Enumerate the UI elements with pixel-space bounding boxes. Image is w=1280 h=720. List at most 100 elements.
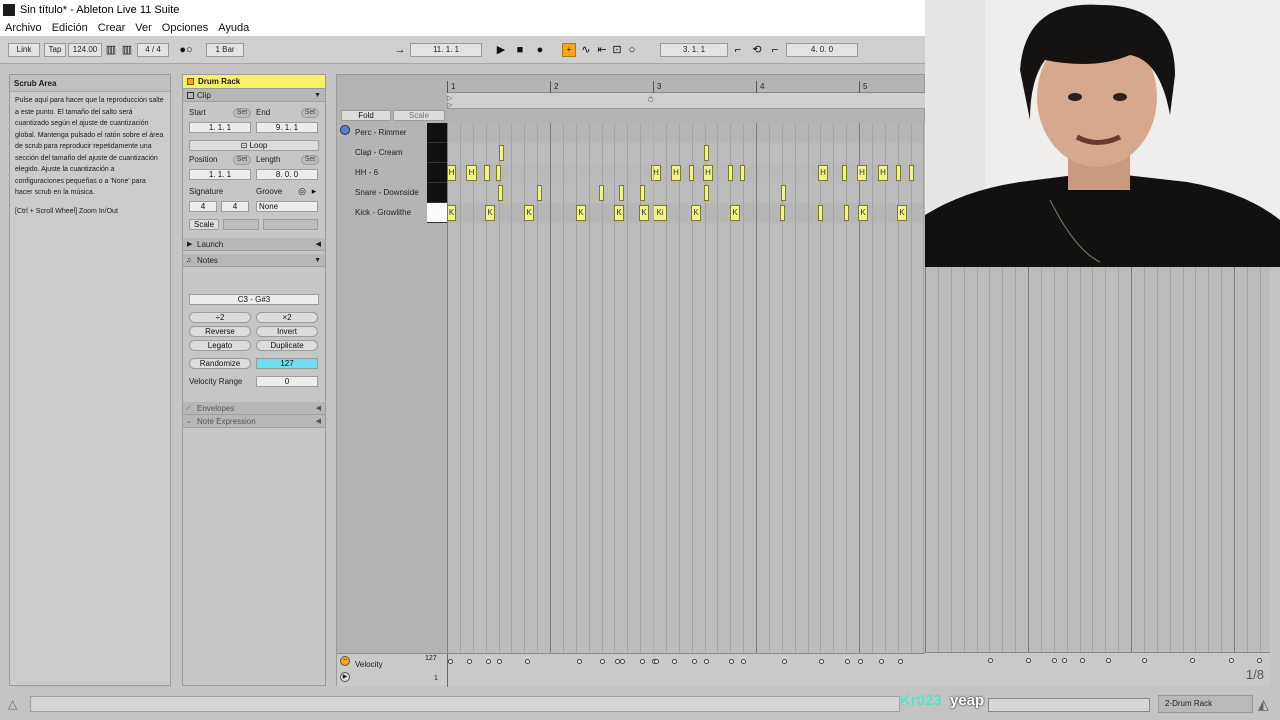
midi-note[interactable]: H — [857, 165, 867, 181]
velocity-marker[interactable] — [486, 659, 491, 664]
midi-note[interactable]: Ki — [653, 205, 667, 221]
velocity-marker[interactable] — [858, 659, 863, 664]
loop-start-field[interactable]: 3. 1. 1 — [660, 43, 728, 57]
velocity-lane-toggle-icon[interactable]: − — [340, 656, 350, 666]
midi-note[interactable] — [780, 205, 785, 221]
velocity-range-field[interactable]: 0 — [256, 376, 318, 387]
velocity-marker[interactable] — [654, 659, 659, 664]
stop-icon[interactable]: ■ — [513, 43, 527, 57]
clip-section-header[interactable]: Clip ▼ — [183, 89, 325, 102]
overdub-button[interactable]: + — [562, 43, 576, 57]
length-set-button[interactable]: Set — [301, 155, 319, 165]
clip-end-field[interactable]: 9. 1. 1 — [256, 122, 318, 133]
metronome-bars-icon[interactable]: ▥ — [104, 43, 118, 57]
midi-note[interactable]: H — [703, 165, 713, 181]
midi-note[interactable] — [640, 185, 645, 201]
velocity-marker[interactable] — [600, 659, 605, 664]
clip-start-field[interactable]: 1. 1. 1 — [189, 122, 251, 133]
menu-edicion[interactable]: Edición — [52, 22, 88, 34]
lane-key[interactable] — [427, 163, 447, 183]
scale-button[interactable]: Scale — [189, 219, 219, 230]
envelopes-collapse-icon[interactable]: ◀ — [316, 402, 321, 415]
midi-note[interactable] — [498, 185, 503, 201]
midi-note[interactable] — [704, 145, 709, 161]
velocity-marker[interactable] — [525, 659, 530, 664]
velocity-marker[interactable] — [1026, 658, 1031, 663]
midi-note[interactable] — [599, 185, 604, 201]
scale-highlight-button[interactable]: Scale — [393, 110, 445, 121]
velocity-marker[interactable] — [1142, 658, 1147, 663]
midi-note[interactable] — [484, 165, 490, 181]
midi-note[interactable] — [909, 165, 914, 181]
midi-note[interactable]: K — [897, 205, 907, 221]
lane-key[interactable] — [427, 123, 447, 143]
preview-toggle-icon[interactable] — [340, 125, 350, 135]
notes-collapse-icon[interactable]: ▼ — [314, 254, 321, 267]
midi-note[interactable]: K — [485, 205, 495, 221]
fold-button[interactable]: Fold — [341, 110, 391, 121]
midi-note[interactable] — [537, 185, 542, 201]
velocity-marker[interactable] — [1080, 658, 1085, 663]
velocity-marker[interactable] — [988, 658, 993, 663]
velocity-marker[interactable] — [704, 659, 709, 664]
midi-note[interactable] — [499, 145, 504, 161]
start-set-button[interactable]: Set — [233, 108, 251, 118]
signature-denominator-field[interactable]: 4 — [221, 201, 249, 212]
midi-note[interactable] — [740, 165, 745, 181]
velocity-marker[interactable] — [692, 659, 697, 664]
punch-out-icon[interactable]: ⌐ — [768, 43, 782, 57]
scale-root-dropdown[interactable] — [223, 219, 259, 230]
link-button[interactable]: Link — [8, 43, 40, 57]
note-range-field[interactable]: C3 - G#3 — [189, 294, 319, 305]
lane-kick[interactable]: Kick - Growlithe — [355, 203, 427, 223]
midi-note[interactable] — [781, 185, 786, 201]
selected-device-label[interactable]: 2-Drum Rack — [1158, 695, 1253, 713]
menu-archivo[interactable]: Archivo — [5, 22, 42, 34]
midi-note[interactable] — [496, 165, 501, 181]
session-record-icon[interactable]: ○ — [625, 43, 639, 57]
lane-snare[interactable]: Snare - Downside — [355, 183, 427, 203]
signature-numerator-field[interactable]: 4 — [189, 201, 217, 212]
arrangement-position-field[interactable]: 11. 1. 1 — [410, 43, 482, 57]
follow-icon[interactable]: → — [393, 43, 407, 57]
view-toggle-icon[interactable]: ◭ — [1258, 696, 1269, 713]
lane-key[interactable] — [427, 143, 447, 163]
info-toggle-icon[interactable]: △ — [8, 697, 17, 711]
lane-key[interactable] — [427, 183, 447, 203]
velocity-marker[interactable] — [1052, 658, 1057, 663]
midi-note[interactable]: K — [858, 205, 868, 221]
midi-note[interactable]: H — [878, 165, 888, 181]
midi-note[interactable] — [704, 185, 709, 201]
velocity-marker[interactable] — [845, 659, 850, 664]
capture-icon[interactable]: ⊡ — [610, 43, 624, 57]
menu-ver[interactable]: Ver — [135, 22, 152, 34]
metronome-icon[interactable]: ●○ — [174, 43, 198, 57]
menu-opciones[interactable]: Opciones — [162, 22, 208, 34]
midi-note[interactable]: K — [691, 205, 701, 221]
midi-note[interactable] — [689, 165, 694, 181]
record-icon[interactable]: ● — [533, 43, 547, 57]
velocity-marker[interactable] — [640, 659, 645, 664]
expression-collapse-icon[interactable]: ◀ — [316, 415, 321, 428]
lane-perc[interactable]: Perc - Rimmer — [355, 123, 427, 143]
note-grid[interactable]: H H H H H H H H K K K K K K Ki K K K K — [447, 123, 926, 653]
legato-button[interactable]: Legato — [189, 340, 251, 351]
midi-note[interactable]: K — [639, 205, 649, 221]
velocity-editor-continued[interactable]: 1/8 — [925, 652, 1270, 686]
envelopes-section-header[interactable]: ⟋ Envelopes ◀ — [183, 402, 325, 415]
velocity-marker[interactable] — [1229, 658, 1234, 663]
note-grid-continued[interactable] — [925, 267, 1270, 652]
punch-in-icon[interactable]: ⌐ — [731, 43, 745, 57]
lane-key[interactable] — [427, 203, 447, 223]
midi-note[interactable] — [818, 205, 823, 221]
midi-note[interactable] — [842, 165, 847, 181]
beat-time-ruler[interactable]: 1 2 3 4 5 — [447, 79, 926, 93]
velocity-marker[interactable] — [448, 659, 453, 664]
velocity-editor[interactable]: − ▶ Velocity 127 1 — [337, 653, 926, 687]
nudge-icon[interactable]: ▥ — [120, 43, 134, 57]
menu-crear[interactable]: Crear — [98, 22, 126, 34]
end-set-button[interactable]: Set — [301, 108, 319, 118]
time-signature-field[interactable]: 4 / 4 — [137, 43, 169, 57]
collapse-triangle-icon[interactable]: ▼ — [314, 89, 321, 102]
velocity-marker[interactable] — [672, 659, 677, 664]
